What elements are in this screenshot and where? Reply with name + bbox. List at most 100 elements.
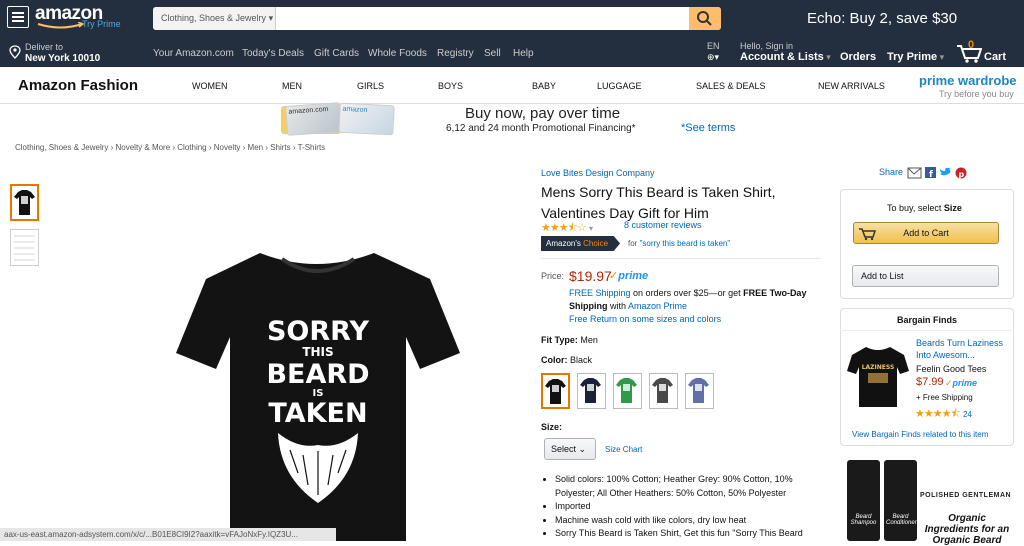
thumbnail-shirt[interactable] — [10, 184, 39, 221]
nav-link[interactable]: Your Amazon.com — [153, 48, 234, 59]
color-swatch[interactable] — [649, 373, 678, 409]
email-icon[interactable] — [907, 167, 922, 179]
share-icons: f p — [907, 167, 967, 180]
category-link[interactable]: LUGGAGE — [597, 81, 642, 91]
divider — [840, 330, 1014, 331]
facebook-icon[interactable]: f — [925, 167, 936, 179]
orders-link[interactable]: Orders — [840, 52, 876, 63]
bargain-item-title[interactable]: Beards Turn Laziness Into Awesom... — [916, 337, 1008, 361]
product-image-tshirt[interactable]: SORRY THIS BEARD IS TAKEN — [168, 245, 468, 541]
color-swatch[interactable] — [541, 373, 570, 409]
share-link[interactable]: Share — [879, 167, 903, 177]
feature-bullets: Solid colors: 100% Cotton; Heather Grey:… — [555, 473, 815, 541]
shirt-text-sorry: SORRY — [267, 316, 370, 347]
amazon-prime-card-image: amazon — [338, 102, 395, 136]
cart-button[interactable]: 0 Cart — [956, 40, 1016, 64]
star-rating-icon: ★★★★⯪ — [915, 408, 961, 420]
add-to-cart-button[interactable]: Add to Cart — [853, 222, 999, 244]
account-menu[interactable]: Hello, Sign in Account & Lists ▾ — [740, 41, 831, 63]
nav-link[interactable]: Today's Deals — [242, 48, 304, 59]
shipping-with-text: with — [607, 301, 629, 311]
status-bar-url: aax-us-east.amazon-adsystem.com/x/c/...B… — [0, 528, 336, 541]
amazon-prime-link[interactable]: Amazon Prime — [628, 301, 687, 311]
feature-bullet: Imported — [555, 500, 815, 514]
echo-promo[interactable]: Echo: Buy 2, save $30 — [807, 10, 957, 27]
size-select-dropdown[interactable]: Select ⌄ — [544, 438, 596, 460]
pinterest-icon[interactable]: p — [955, 167, 967, 180]
breadcrumb[interactable]: Clothing, Shoes & Jewelry › Novelty & Mo… — [15, 143, 325, 152]
to-buy-size: Size — [943, 203, 962, 213]
thumbnail-size-chart[interactable] — [10, 229, 39, 266]
search-category-dropdown[interactable]: Clothing, Shoes & Jewelry ▾ — [153, 7, 276, 30]
try-prime-menu-label: Try Prime — [887, 51, 938, 63]
choice-for-label: for — [628, 239, 638, 248]
amazon-card-image: amazon.com — [285, 102, 342, 136]
category-link[interactable]: SALES & DEALS — [696, 81, 766, 91]
bottle-label: Beard Conditioner — [886, 514, 917, 526]
fashion-subnav: Amazon Fashion WOMEN MEN GIRLS BOYS BABY LUGG… — [0, 67, 1024, 104]
twitter-icon[interactable] — [940, 167, 951, 176]
choice-badge-text: Amazon's — [546, 239, 581, 248]
check-icon: ✓ — [945, 378, 953, 388]
globe-icon: ⊕▾ — [707, 52, 720, 62]
bargain-item-image[interactable]: LAZINESS — [846, 343, 910, 409]
svg-text:f: f — [929, 170, 933, 179]
banner-subtitle: 6,12 and 24 month Promotional Financing* — [446, 123, 636, 134]
category-link[interactable]: BOYS — [438, 81, 463, 91]
cart-count: 0 — [968, 39, 975, 51]
account-lists-label: Account & Lists — [740, 51, 824, 63]
language-selector[interactable]: EN ⊕▾ — [707, 41, 720, 63]
search-input[interactable] — [277, 7, 687, 30]
cart-icon — [859, 228, 876, 241]
see-terms-link[interactable]: *See terms — [681, 122, 735, 134]
size-chart-link[interactable]: Size Chart — [605, 445, 642, 454]
nav-link[interactable]: Gift Cards — [314, 48, 359, 59]
caret-down-icon: ▾ — [588, 224, 593, 233]
feature-bullet: Sorry This Beard is Taken Shirt, Get thi… — [555, 527, 815, 541]
search-button[interactable] — [689, 7, 721, 30]
nav-link[interactable]: Registry — [437, 48, 474, 59]
bargain-item-shipping: + Free Shipping — [916, 393, 973, 402]
color-swatch[interactable] — [613, 373, 642, 409]
shipping-info: FREE Shipping on orders over $25—or get … — [569, 287, 819, 313]
category-link[interactable]: MEN — [282, 81, 302, 91]
nav-link[interactable]: Help — [513, 48, 534, 59]
prime-wardrobe-logo[interactable]: prime wardrobe Try before you buy — [919, 73, 1017, 99]
amazon-fashion-title[interactable]: Amazon Fashion — [18, 77, 138, 94]
bargain-prime-label: prime — [952, 378, 978, 388]
cart-label: Cart — [984, 51, 1007, 63]
free-return-link[interactable]: Free Return on some sizes and colors — [569, 314, 721, 324]
color-swatch[interactable] — [577, 373, 606, 409]
add-to-list-button[interactable]: Add to List — [852, 265, 999, 287]
bargain-item-price: $7.99 — [916, 376, 944, 388]
brand-link[interactable]: Love Bites Design Company — [541, 168, 655, 178]
free-shipping-link[interactable]: FREE Shipping — [569, 288, 631, 298]
customer-reviews-link[interactable]: 8 customer reviews — [624, 220, 702, 230]
bargain-review-count: 24 — [962, 410, 972, 419]
bargain-item-seller: Feelin Good Tees — [916, 364, 987, 374]
tshirt-thumbnail-icon — [14, 190, 35, 215]
rating-stars[interactable]: ★★★⯪☆ ▾ — [541, 219, 593, 238]
view-bargain-finds-link[interactable]: View Bargain Finds related to this item — [852, 430, 988, 439]
try-prime-link[interactable]: Try Prime — [82, 19, 121, 29]
color-swatch[interactable] — [685, 373, 714, 409]
bargain-rating[interactable]: ★★★★⯪ 24 — [915, 405, 972, 424]
try-prime-menu[interactable]: Try Prime ▾ — [887, 52, 944, 63]
category-link[interactable]: NEW ARRIVALS — [818, 81, 885, 91]
nav-link[interactable]: Whole Foods — [368, 48, 427, 59]
category-link[interactable]: GIRLS — [357, 81, 384, 91]
category-link[interactable]: WOMEN — [192, 81, 228, 91]
sponsored-ad[interactable]: Beard Shampoo Beard Conditioner POLISHED… — [840, 455, 1018, 546]
deliver-to[interactable]: Deliver to New York 10010 — [25, 42, 100, 64]
size-label: Size: — [541, 422, 563, 432]
nav-link[interactable]: Sell — [484, 48, 501, 59]
choice-query-link[interactable]: "sorry this beard is taken" — [640, 239, 731, 248]
prime-badge: ✓prime — [609, 269, 648, 282]
price-value: $19.97 — [569, 268, 612, 284]
prime-label: prime — [618, 270, 649, 282]
category-link[interactable]: BABY — [532, 81, 556, 91]
to-buy-label: To buy, select — [887, 203, 944, 213]
fit-type-value: Men — [580, 335, 598, 345]
ad-tagline: Organic Ingredients for an Organic Beard — [924, 513, 1010, 546]
hamburger-menu-icon[interactable] — [7, 6, 29, 28]
